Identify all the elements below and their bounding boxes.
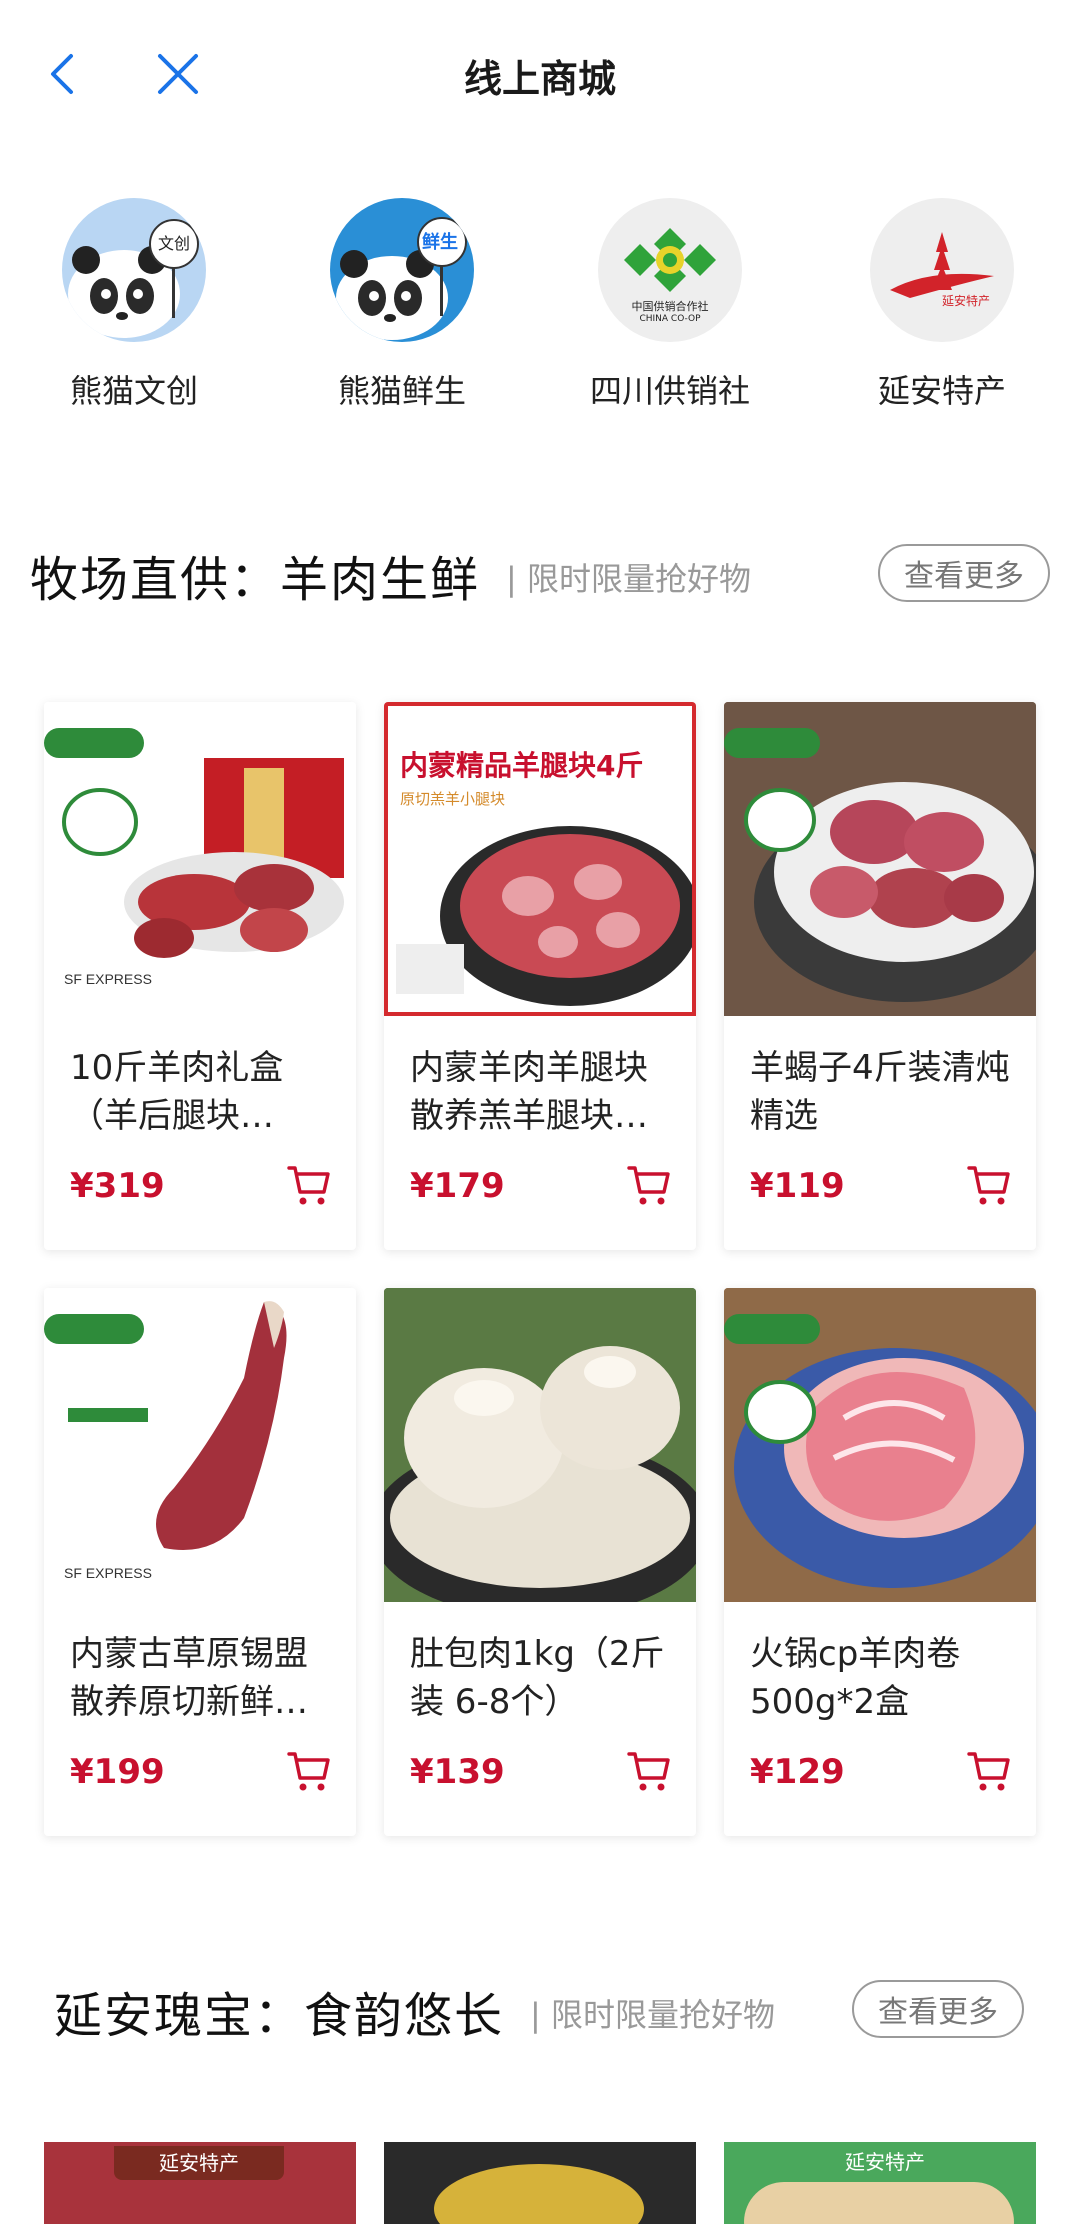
product-card[interactable]: 内蒙精品羊腿块4斤 原切羔羊小腿块 内蒙羊肉羊腿块散养羔羊腿块… ¥179 — [384, 702, 696, 1250]
store-label: 四川供销社 — [589, 372, 750, 410]
product-image — [724, 702, 1036, 1016]
product-price: ¥119 — [750, 1166, 845, 1206]
section-title: 牧场直供：羊肉生鲜 — [30, 552, 481, 608]
panda-fresh-logo: 鲜生 — [330, 198, 474, 342]
product-image — [744, 2182, 1014, 2224]
store-label: 延安特产 — [877, 372, 1006, 410]
product-tag: 延安特产 — [114, 2146, 284, 2180]
store-sichuan-coop[interactable]: 中国供销合作社 CHINA CO-OP 四川供销社 — [560, 198, 780, 412]
product-price: ¥129 — [750, 1752, 845, 1792]
product-price: ¥199 — [70, 1752, 165, 1792]
product-image: SF EXPRESS — [44, 702, 356, 1016]
store-panda-fresh[interactable]: 鲜生 熊猫鲜生 — [292, 198, 512, 412]
product-price: ¥139 — [410, 1752, 505, 1792]
product-card-partial[interactable]: 延安特产 — [44, 2142, 356, 2224]
store-badge: 文创 — [158, 234, 191, 253]
svg-text:SF EXPRESS: SF EXPRESS — [64, 971, 152, 987]
product-price: ¥179 — [410, 1166, 505, 1206]
store-row: 文创 熊猫文创 鲜生 熊猫鲜生 中国供销合作社 CHINA CO-OP 四川供销… — [0, 198, 1080, 418]
store-badge: 延安特产 — [942, 294, 991, 308]
cart-icon[interactable] — [286, 1748, 332, 1794]
section-header-yanan: 延安瑰宝：食韵悠长 | 限时限量抢好物 查看更多 — [0, 1976, 1080, 2046]
product-name: 内蒙羊肉羊腿块散养羔羊腿块… — [410, 1048, 648, 1136]
store-label: 熊猫鲜生 — [337, 372, 466, 410]
product-name: 羊蝎子4斤装清炖精选 — [750, 1048, 1010, 1136]
product-name: 火锅cp羊肉卷500g*2盒 — [750, 1634, 961, 1722]
section-subtitle: | 限时限量抢好物 — [530, 1996, 775, 2034]
product-name: 10斤羊肉礼盒（羊后腿块1.5K… — [70, 1048, 284, 1136]
view-more-button[interactable]: 查看更多 — [852, 1980, 1024, 2038]
product-image — [384, 1288, 696, 1602]
section-header-mutton: 牧场直供：羊肉生鲜 | 限时限量抢好物 查看更多 — [0, 540, 1080, 610]
china-coop-logo: 中国供销合作社 CHINA CO-OP — [598, 198, 742, 342]
product-tag: 延安特产 — [845, 2150, 925, 2174]
store-badge: 鲜生 — [422, 232, 458, 253]
product-image: SF EXPRESS — [44, 1288, 356, 1602]
view-more-button[interactable]: 查看更多 — [878, 544, 1050, 602]
top-bar: 线上商城 — [0, 0, 1080, 150]
svg-text:SF EXPRESS: SF EXPRESS — [64, 1565, 152, 1581]
product-card[interactable]: SF EXPRESS 内蒙古草原锡盟散养原切新鲜… ¥199 — [44, 1288, 356, 1836]
section-subtitle: | 限时限量抢好物 — [506, 560, 751, 598]
store-panda-culture[interactable]: 文创 熊猫文创 — [24, 198, 244, 412]
product-image: 内蒙精品羊腿块4斤 原切羔羊小腿块 — [384, 702, 696, 1016]
product-image — [434, 2164, 644, 2224]
product-name: 内蒙古草原锡盟散养原切新鲜… — [70, 1634, 308, 1722]
section-title: 延安瑰宝：食韵悠长 — [54, 1988, 505, 2044]
store-badge-en: CHINA CO-OP — [639, 314, 701, 324]
product-card[interactable]: 肚包肉1kg（2斤装 6-8个） ¥139 — [384, 1288, 696, 1836]
cart-icon[interactable] — [626, 1162, 672, 1208]
store-yanan[interactable]: 延安特产 延安特产 — [832, 198, 1052, 412]
product-card[interactable]: 火锅cp羊肉卷500g*2盒 ¥129 — [724, 1288, 1036, 1836]
cart-icon[interactable] — [286, 1162, 332, 1208]
store-label: 熊猫文创 — [69, 372, 198, 410]
product-price: ¥319 — [70, 1166, 165, 1206]
product-card[interactable]: 羊蝎子4斤装清炖精选 ¥119 — [724, 702, 1036, 1250]
cart-icon[interactable] — [626, 1748, 672, 1794]
product-card-partial[interactable] — [384, 2142, 696, 2224]
panda-culture-logo: 文创 — [62, 198, 206, 342]
product-card-partial[interactable]: 延安特产 — [724, 2142, 1036, 2224]
product-image — [724, 1288, 1036, 1602]
store-badge: 中国供销合作社 — [631, 300, 709, 313]
yanan-logo: 延安特产 — [870, 198, 1014, 342]
product-card[interactable]: SF EXPRESS 10斤羊肉礼盒（羊后腿块1.5K… ¥319 — [44, 702, 356, 1250]
cart-icon[interactable] — [966, 1162, 1012, 1208]
product-name: 肚包肉1kg（2斤装 6-8个） — [410, 1634, 665, 1722]
cart-icon[interactable] — [966, 1748, 1012, 1794]
page-title: 线上商城 — [463, 57, 616, 101]
